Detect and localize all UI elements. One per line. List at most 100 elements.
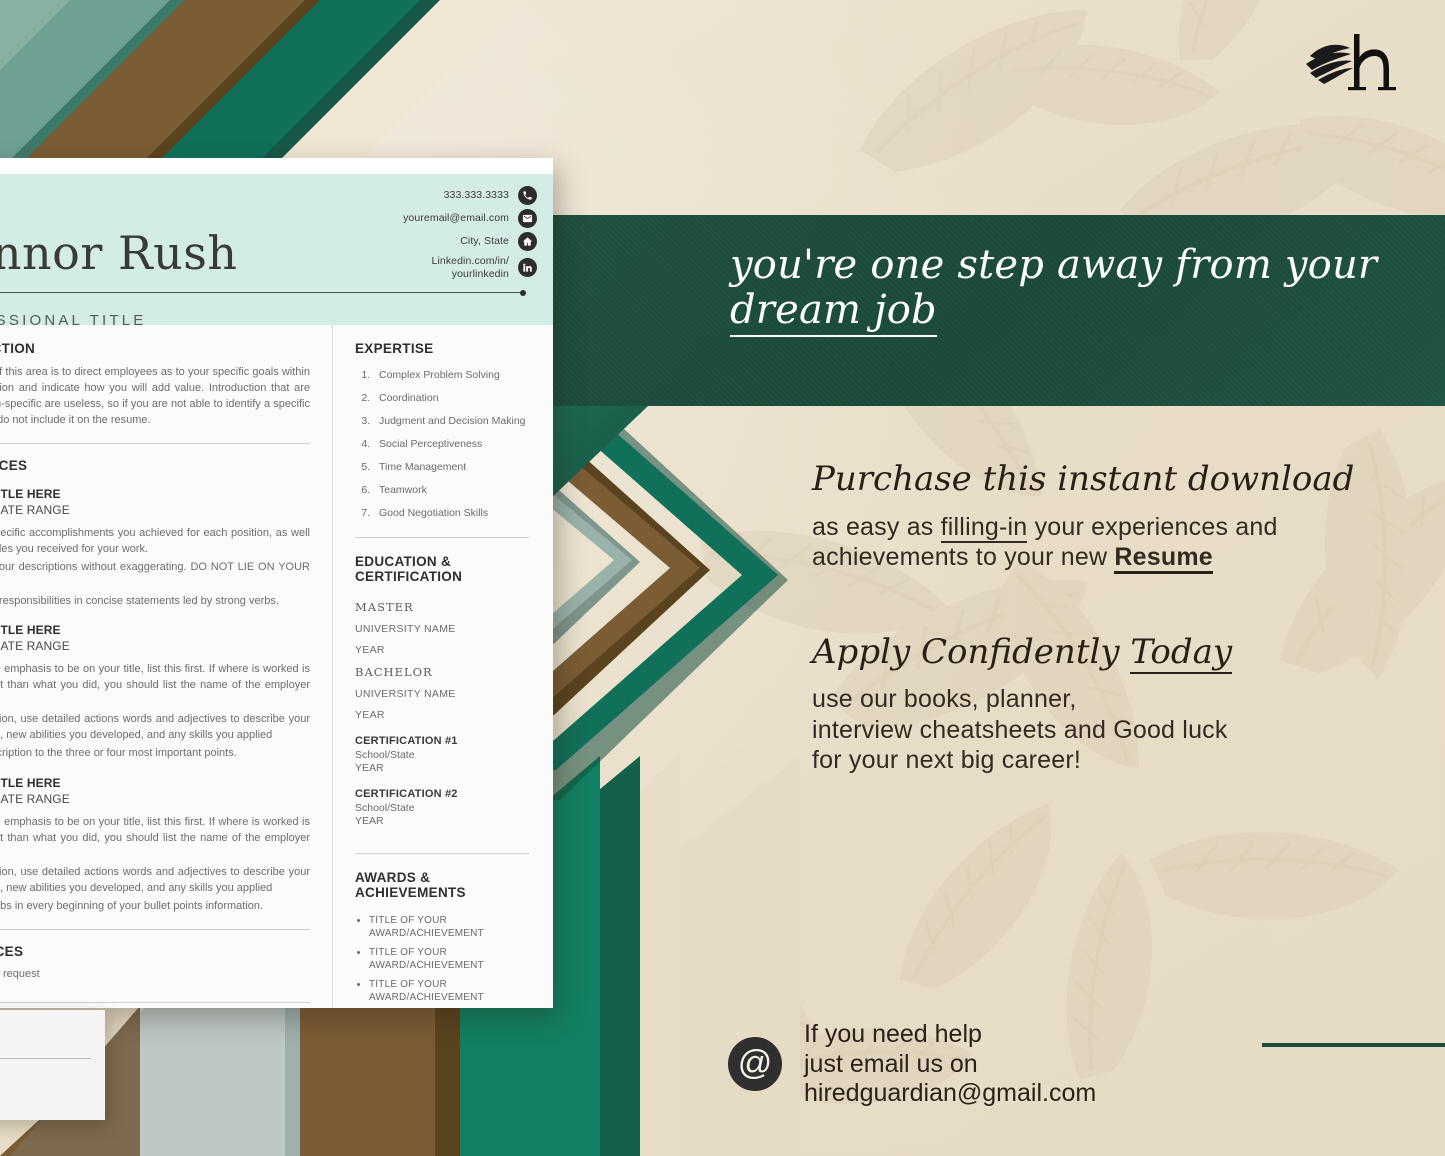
education-year: YEAR (355, 644, 385, 657)
education-school: UNIVERSITY NAME (355, 688, 456, 701)
section-experiences: EXPERIENCES POSITION TITLE HERE COMPANY|… (0, 458, 310, 915)
at-sign-icon: @ (728, 1037, 782, 1092)
promo-block-apply: Apply Confidently Today use our books, p… (812, 631, 1372, 776)
resume-header: Connor Rush 333.333.3333 youremail@email… (0, 174, 553, 329)
resume-preview-card[interactable]: Connor Rush 333.333.3333 youremail@email… (0, 158, 553, 1008)
award-item: TITLE OF YOUR AWARD/ACHIEVEMENT (369, 946, 529, 972)
education-entry: MASTER UNIVERSITY NAME YEAR (355, 600, 529, 656)
contact-row-location: City, State (302, 232, 537, 251)
education-school: UNIVERSITY NAME (355, 623, 456, 636)
headline-banner: you're one step away from your dream job (548, 215, 1445, 406)
resume-main-column: INTRODUCTION The purpose of this area is… (0, 325, 332, 1008)
references-note: Available upon request (0, 967, 40, 980)
secondary-resume-card[interactable] (0, 1010, 105, 1120)
phone-icon (518, 186, 537, 205)
section-references: REFERENCES Available upon request (0, 944, 310, 980)
envelope-icon (518, 209, 537, 228)
resume-header-divider (0, 289, 526, 296)
expertise-heading: EXPERTISE (355, 341, 434, 356)
resume-name: Connor Rush (0, 226, 238, 280)
apply-body-line3: for your next big career! (812, 746, 1082, 775)
purchase-body: as easy as filling-in your experiences a… (812, 512, 1372, 575)
awards-heading: AWARDS & ACHIEVEMENTS (355, 870, 466, 901)
section-awards: AWARDS & ACHIEVEMENTS TITLE OF YOUR AWAR… (355, 870, 529, 1004)
education-year: YEAR (355, 709, 385, 722)
introduction-heading: INTRODUCTION (0, 341, 36, 356)
awards-list: TITLE OF YOUR AWARD/ACHIEVEMENT TITLE OF… (355, 914, 529, 1004)
purchase-heading: Purchase this instant download (812, 459, 1355, 499)
section-expertise: EXPERTISE Complex Problem Solving Coordi… (355, 341, 529, 519)
contact-email-text: youremail@email.com (403, 212, 509, 225)
education-degree: BACHELOR (355, 665, 433, 680)
contact-linkedin-text: Linkedin.com/in/ yourlinkedin (431, 255, 509, 280)
contact-row-phone: 333.333.3333 (302, 186, 537, 205)
award-item: TITLE OF YOUR AWARD/ACHIEVEMENT (369, 978, 529, 1004)
job-title: POSITION TITLE HERE (0, 623, 61, 638)
certification-title: CERTIFICATION #1 (355, 735, 458, 748)
divider (0, 928, 310, 930)
contact-phone-text: 333.333.3333 (443, 189, 509, 202)
job-bullet: Describe your responsibilities in concis… (0, 594, 279, 607)
certification-entry: CERTIFICATION #1 School/State YEAR (355, 735, 529, 774)
divider (0, 442, 310, 444)
certification-school: School/State (355, 802, 415, 815)
expertise-item: Time Management (373, 462, 529, 473)
contact-row-email: youremail@email.com (302, 209, 537, 228)
certification-school: School/State (355, 749, 415, 762)
certification-title: CERTIFICATION #2 (355, 788, 458, 801)
purchase-body-bold: Resume (1114, 543, 1213, 575)
education-degree: MASTER (355, 600, 414, 615)
contact-footer: @ If you need help just email us on hire… (728, 1020, 1096, 1109)
award-item: TITLE OF YOUR AWARD/ACHIEVEMENT (369, 914, 529, 940)
job-meta: COMPANY|DATE RANGE (0, 639, 70, 654)
expertise-item: Complex Problem Solving (373, 369, 529, 381)
promo-copy: Purchase this instant download as easy a… (812, 459, 1372, 776)
apply-heading: Apply Confidently Today (812, 631, 1372, 674)
expertise-item: Coordination (373, 392, 529, 404)
contact-footer-text: If you need help just email us on hiredg… (804, 1020, 1096, 1109)
job-bullet: For each position, use detailed actions … (0, 713, 310, 742)
resume-body: INTRODUCTION The purpose of this area is… (0, 325, 553, 1008)
poster-canvas: you're one step away from your dream job… (0, 0, 1445, 1156)
divider (355, 853, 529, 855)
job-title: POSITION TITLE HERE (0, 776, 61, 791)
job-bullet: If you want the emphasis to be on your t… (0, 816, 310, 844)
contact-row-linkedin: Linkedin.com/in/ yourlinkedin (302, 255, 537, 281)
purchase-body-underline: filling-in (940, 512, 1028, 543)
education-entry: BACHELOR UNIVERSITY NAME YEAR (355, 665, 529, 721)
job-bullet: Be details in your descriptions without … (0, 560, 310, 573)
divider (0, 1001, 310, 1003)
apply-heading-part1: Apply Confidently (812, 631, 1131, 672)
footer-line-2: just email us on (804, 1049, 978, 1078)
experience-item: POSITION TITLE HERE COMPANY|DATE RANGE I… (0, 623, 310, 762)
apply-body-line1: use our books, planner, (812, 685, 1077, 714)
banner-headline-line2: dream job (730, 287, 937, 337)
job-bullet: If you want the emphasis to be on your t… (0, 663, 310, 692)
linkedin-icon (518, 258, 537, 278)
apply-body-line2: interview cheatsheets and Good luck (812, 715, 1228, 744)
job-bullets: If you want the emphasis to be on your t… (0, 815, 310, 915)
footer-email[interactable]: hiredguardian@gmail.com (804, 1079, 1096, 1109)
experience-item: POSITION TITLE HERE COMPANY|DATE RANGE I… (0, 776, 310, 915)
expertise-item: Judgment and Decision Making (373, 416, 529, 427)
divider (0, 1058, 91, 1059)
expertise-list: Complex Problem Solving Coordination Jud… (355, 369, 529, 519)
apply-body: use our books, planner, interview cheats… (812, 684, 1372, 776)
references-heading: REFERENCES (0, 943, 24, 959)
promo-block-purchase: Purchase this instant download as easy a… (812, 459, 1372, 575)
resume-side-column: EXPERTISE Complex Problem Solving Coordi… (332, 325, 553, 1008)
expertise-item: Teamwork (373, 485, 529, 496)
certification-year: YEAR (355, 762, 384, 775)
job-meta: COMPANY|DATE RANGE (0, 792, 70, 807)
job-bullet: For each position, use detailed actions … (0, 865, 310, 894)
divider (355, 537, 529, 539)
apply-heading-underline: Today (1130, 631, 1233, 674)
job-bullets: Include any specific accomplishments you… (0, 526, 310, 610)
resume-contact-list: 333.333.3333 youremail@email.com City, S… (302, 186, 537, 285)
job-title: POSITION TITLE HERE (0, 486, 61, 501)
job-bullet: Include any specific accomplishments you… (0, 526, 310, 555)
experiences-heading: EXPERIENCES (0, 457, 28, 473)
footer-green-rule (1262, 1043, 1445, 1047)
experience-item: POSITION TITLE HERE COMPANY|DATE RANGE I… (0, 487, 310, 610)
winged-h-logo (1306, 34, 1396, 91)
